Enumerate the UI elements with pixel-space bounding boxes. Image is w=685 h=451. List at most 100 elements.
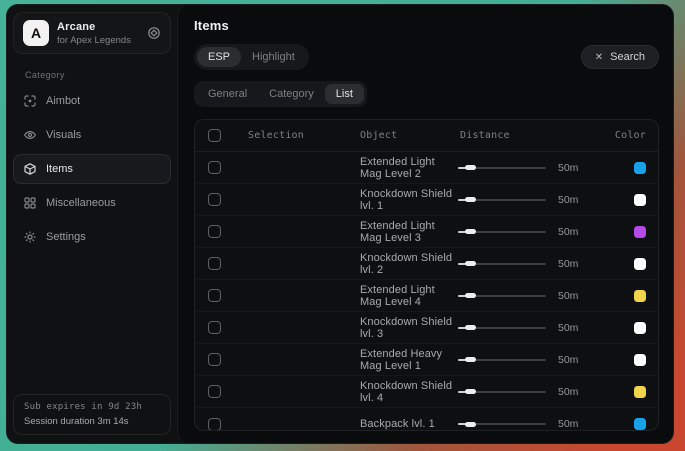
app-window: A Arcane for Apex Legends Category Aimbo… xyxy=(6,4,674,444)
row-checkbox[interactable] xyxy=(208,161,221,174)
search-button[interactable]: ✕ Search xyxy=(581,45,659,69)
brand-subtitle: for Apex Legends xyxy=(57,35,139,46)
slider-thumb[interactable] xyxy=(465,229,476,234)
sidebar-item-items[interactable]: Items xyxy=(13,154,171,184)
slider-thumb[interactable] xyxy=(465,165,476,170)
subscription-status-card: Sub expires in 9d 23h Session duration 3… xyxy=(13,394,171,435)
desktop-background: { "sidebar": { "brand": { "initial": "A"… xyxy=(0,0,685,451)
mode-tab-esp[interactable]: ESP xyxy=(197,47,241,67)
slider-thumb[interactable] xyxy=(465,422,476,427)
distance-slider[interactable] xyxy=(458,259,546,269)
slider-thumb[interactable] xyxy=(465,261,476,266)
slider-thumb[interactable] xyxy=(465,293,476,298)
table-row: Backpack lvl. 1 50m xyxy=(195,408,658,431)
gear-icon xyxy=(23,230,37,244)
controls-row: ESPHighlight ✕ Search xyxy=(194,44,659,70)
table-row: Knockdown Shield lvl. 2 50m xyxy=(195,248,658,280)
page-title: Items xyxy=(194,18,659,33)
color-swatch[interactable] xyxy=(634,194,646,206)
color-swatch[interactable] xyxy=(634,226,646,238)
sidebar-item-label: Aimbot xyxy=(46,95,80,107)
row-checkbox[interactable] xyxy=(208,385,221,398)
sub-expiry-text: Sub expires in 9d 23h xyxy=(24,402,160,412)
table-row: Knockdown Shield lvl. 4 50m xyxy=(195,376,658,408)
brand-card: A Arcane for Apex Legends xyxy=(13,12,171,54)
column-header-distance: Distance xyxy=(458,130,608,141)
distance-slider[interactable] xyxy=(458,419,546,429)
color-swatch[interactable] xyxy=(634,354,646,366)
object-name: Extended Light Mag Level 3 xyxy=(360,220,458,244)
compass-icon[interactable] xyxy=(147,26,161,40)
distance-slider[interactable] xyxy=(458,195,546,205)
distance-slider[interactable] xyxy=(458,355,546,365)
grid-icon xyxy=(23,196,37,210)
distance-value: 50m xyxy=(558,418,578,430)
object-name: Extended Light Mag Level 2 xyxy=(360,156,458,180)
row-checkbox[interactable] xyxy=(208,193,221,206)
row-checkbox[interactable] xyxy=(208,353,221,366)
sidebar-item-aimbot[interactable]: Aimbot xyxy=(13,86,171,116)
slider-thumb[interactable] xyxy=(465,325,476,330)
distance-value: 50m xyxy=(558,290,578,302)
object-name: Knockdown Shield lvl. 2 xyxy=(360,252,458,276)
sidebar-item-label: Items xyxy=(46,163,73,175)
distance-slider[interactable] xyxy=(458,163,546,173)
sidebar-nav: Aimbot Visuals Items Miscellaneous Setti… xyxy=(12,84,172,254)
sidebar-section-label: Category xyxy=(25,70,172,80)
tab-list[interactable]: List xyxy=(325,84,364,104)
x-icon: ✕ xyxy=(595,52,603,63)
select-all-checkbox[interactable] xyxy=(208,129,221,142)
table-row: Knockdown Shield lvl. 1 50m xyxy=(195,184,658,216)
sidebar-item-settings[interactable]: Settings xyxy=(13,222,171,252)
row-checkbox[interactable] xyxy=(208,289,221,302)
color-swatch[interactable] xyxy=(634,418,646,430)
brand-logo: A xyxy=(23,20,49,46)
sidebar-item-label: Settings xyxy=(46,231,86,243)
column-header-object: Object xyxy=(360,130,458,141)
mode-tab-highlight[interactable]: Highlight xyxy=(241,47,306,67)
object-name: Extended Light Mag Level 4 xyxy=(360,284,458,308)
distance-value: 50m xyxy=(558,226,578,238)
distance-slider[interactable] xyxy=(458,227,546,237)
color-swatch[interactable] xyxy=(634,258,646,270)
color-swatch[interactable] xyxy=(634,386,646,398)
items-table: Selection Object Distance Color Extended… xyxy=(194,119,659,431)
object-name: Knockdown Shield lvl. 3 xyxy=(360,316,458,340)
distance-slider[interactable] xyxy=(458,291,546,301)
distance-value: 50m xyxy=(558,194,578,206)
tab-general[interactable]: General xyxy=(197,84,258,104)
row-checkbox[interactable] xyxy=(208,257,221,270)
sidebar-item-label: Miscellaneous xyxy=(46,197,116,209)
sidebar-spacer xyxy=(12,254,172,394)
sidebar-item-visuals[interactable]: Visuals xyxy=(13,120,171,150)
tab-category[interactable]: Category xyxy=(258,84,325,104)
view-tab-group: GeneralCategoryList xyxy=(194,81,367,107)
column-header-color: Color xyxy=(615,130,646,141)
eye-icon xyxy=(23,128,37,142)
slider-thumb[interactable] xyxy=(465,357,476,362)
row-checkbox[interactable] xyxy=(208,418,221,431)
main-panel: Items ESPHighlight ✕ Search GeneralCateg… xyxy=(177,5,673,443)
distance-value: 50m xyxy=(558,322,578,334)
color-swatch[interactable] xyxy=(634,322,646,334)
distance-value: 50m xyxy=(558,258,578,270)
row-checkbox[interactable] xyxy=(208,321,221,334)
slider-thumb[interactable] xyxy=(465,389,476,394)
row-checkbox[interactable] xyxy=(208,225,221,238)
table-row: Extended Light Mag Level 3 50m xyxy=(195,216,658,248)
sidebar-item-label: Visuals xyxy=(46,129,81,141)
sidebar-item-miscellaneous[interactable]: Miscellaneous xyxy=(13,188,171,218)
table-body: Extended Light Mag Level 2 50m Knockdown… xyxy=(195,152,658,431)
color-swatch[interactable] xyxy=(634,162,646,174)
distance-value: 50m xyxy=(558,354,578,366)
slider-thumb[interactable] xyxy=(465,197,476,202)
object-name: Knockdown Shield lvl. 4 xyxy=(360,380,458,404)
brand-title: Arcane xyxy=(57,21,139,33)
distance-slider[interactable] xyxy=(458,323,546,333)
session-duration-text: Session duration 3m 14s xyxy=(24,416,160,427)
color-swatch[interactable] xyxy=(634,290,646,302)
distance-value: 50m xyxy=(558,386,578,398)
search-button-label: Search xyxy=(610,51,645,63)
distance-slider[interactable] xyxy=(458,387,546,397)
table-row: Extended Heavy Mag Level 1 50m xyxy=(195,344,658,376)
